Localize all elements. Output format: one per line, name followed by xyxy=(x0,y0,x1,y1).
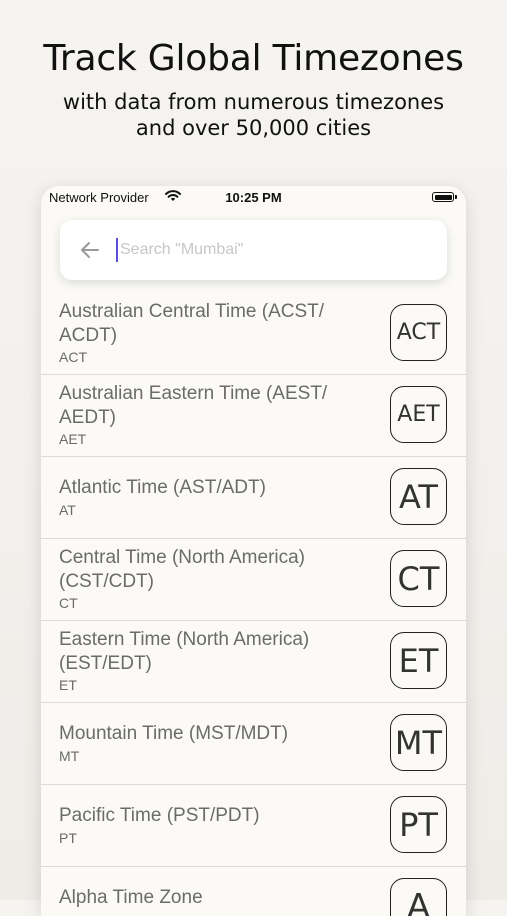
timezone-name-line-1: Central Time (North America) xyxy=(59,547,306,568)
hero-title: Track Global Timezones xyxy=(43,38,464,79)
timezone-row[interactable]: Pacific Time (PST/PDT) PT PT xyxy=(41,785,466,867)
timezone-row[interactable]: Alpha Time Zone A xyxy=(41,867,466,916)
timezone-badge: CT xyxy=(390,550,447,607)
timezone-name: Australian Eastern Time (AEST/AEDT) xyxy=(59,382,379,430)
timezone-name-line-1: Australian Eastern Time (AEST/ xyxy=(59,383,328,404)
timezone-name-line-2: (CST/CDT) xyxy=(59,571,154,592)
timezone-code: MT xyxy=(59,748,80,764)
timezone-row[interactable]: Central Time (North America) (CST/CDT) CT C… xyxy=(41,539,466,621)
timezone-name: Atlantic Time (AST/ADT) xyxy=(59,476,379,500)
status-time: 10:25 PM xyxy=(225,190,282,205)
hero-subtitle-line-2: and over 50,000 cities xyxy=(135,116,372,140)
timezone-name: Australian Central Time (ACST/ACDT) xyxy=(59,300,379,348)
timezone-row[interactable]: Mountain Time (MST/MDT) MT MT xyxy=(41,703,466,785)
search-input[interactable] xyxy=(116,234,434,266)
hero-subtitle: with data from numerous timezones and ov… xyxy=(0,89,507,141)
timezone-badge: ACT xyxy=(390,304,447,361)
timezone-name-line-2: ACDT) xyxy=(59,325,118,346)
timezone-name-line-1: Alpha Time Zone xyxy=(59,887,203,908)
timezone-name-line-1: Eastern Time (North America) xyxy=(59,629,310,650)
timezone-badge: MT xyxy=(390,714,447,771)
timezone-row[interactable]: Eastern Time (North America) (EST/EDT) ET E… xyxy=(41,621,466,703)
timezone-row[interactable]: Australian Eastern Time (AEST/AEDT) AET AE… xyxy=(41,375,466,457)
timezone-list: Australian Central Time (ACST/ACDT) ACT AC… xyxy=(41,293,466,916)
timezone-row[interactable]: Atlantic Time (AST/ADT) AT AT xyxy=(41,457,466,539)
timezone-name-line-1: Pacific Time (PST/PDT) xyxy=(59,805,260,826)
timezone-code: AT xyxy=(59,502,76,518)
hero-subtitle-line-1: with data from numerous timezones xyxy=(62,90,445,114)
timezone-name: Pacific Time (PST/PDT) xyxy=(59,804,379,828)
timezone-code: ET xyxy=(59,677,77,693)
timezone-badge: AET xyxy=(390,386,447,443)
timezone-name: Alpha Time Zone xyxy=(59,886,379,910)
phone-screen: Network Provider 10:25 PM Australian Cen… xyxy=(41,186,466,916)
timezone-name: Central Time (North America) (CST/CDT) xyxy=(59,546,379,594)
timezone-code: AET xyxy=(59,431,87,447)
timezone-name-line-1: Atlantic Time (AST/ADT) xyxy=(59,477,266,498)
timezone-row[interactable]: Australian Central Time (ACST/ACDT) ACT AC… xyxy=(41,293,466,375)
status-bar: Network Provider 10:25 PM xyxy=(41,186,466,210)
search-bar xyxy=(60,220,447,280)
timezone-name: Eastern Time (North America) (EST/EDT) xyxy=(59,628,379,676)
timezone-badge: ET xyxy=(390,632,447,689)
timezone-badge: A xyxy=(390,878,447,916)
timezone-badge: AT xyxy=(390,468,447,525)
timezone-code: CT xyxy=(59,595,78,611)
arrow-left-icon[interactable] xyxy=(76,236,104,264)
timezone-name-line-1: Mountain Time (MST/MDT) xyxy=(59,723,289,744)
timezone-code: PT xyxy=(59,830,77,846)
timezone-code: ACT xyxy=(59,349,87,365)
timezone-name-line-2: AEDT) xyxy=(59,407,116,428)
timezone-badge: PT xyxy=(390,796,447,853)
timezone-name-line-1: Australian Central Time (ACST/ xyxy=(59,301,325,322)
battery-icon xyxy=(432,192,457,202)
timezone-name: Mountain Time (MST/MDT) xyxy=(59,722,379,746)
timezone-name-line-2: (EST/EDT) xyxy=(59,653,152,674)
